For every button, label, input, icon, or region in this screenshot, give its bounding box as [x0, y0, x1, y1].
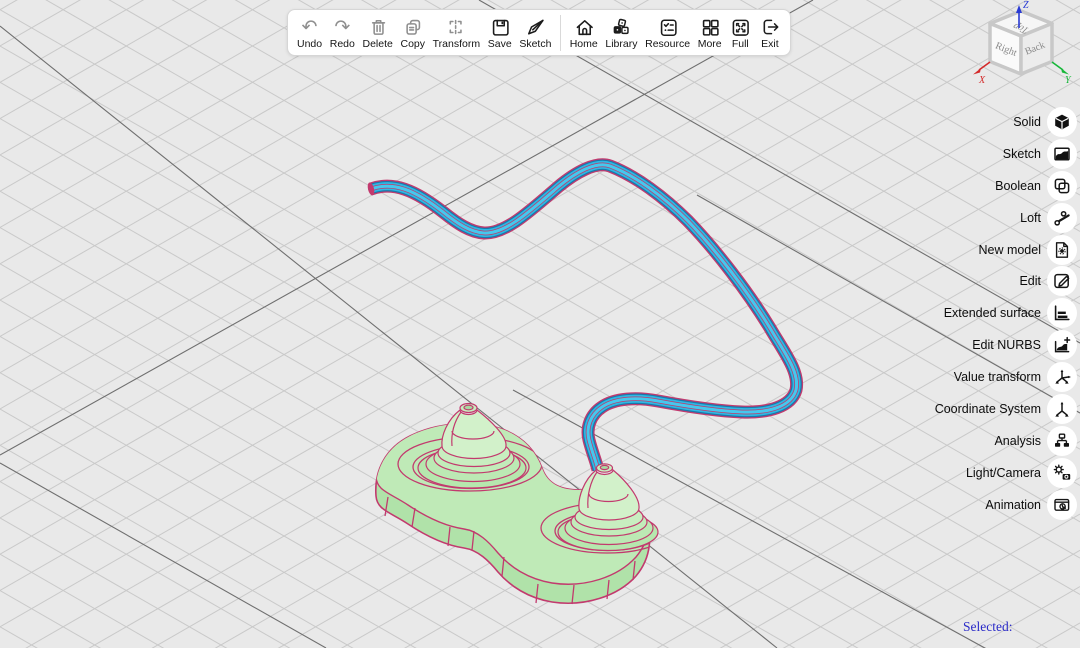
- library-button[interactable]: Library: [602, 14, 640, 52]
- more-button[interactable]: More: [695, 14, 725, 52]
- resource-label: Resource: [645, 39, 690, 50]
- boolean-label: Boolean: [995, 179, 1041, 193]
- undo-label: Undo: [297, 39, 322, 50]
- loft-icon: [1047, 203, 1077, 233]
- extended-surface-icon: [1047, 298, 1077, 328]
- solid-label: Solid: [1013, 115, 1041, 129]
- new-model-label: New model: [978, 243, 1041, 257]
- toolbar-divider: [560, 15, 561, 51]
- redo-label: Redo: [330, 39, 355, 50]
- home-label: Home: [570, 39, 598, 50]
- more-label: More: [698, 39, 722, 50]
- loft-label: Loft: [1020, 211, 1041, 225]
- status-bar: Selected:: [963, 619, 1012, 635]
- resource-icon: [657, 16, 679, 38]
- sketch-label: Sketch: [1003, 147, 1041, 161]
- edit-label: Edit: [1019, 274, 1041, 288]
- axis-z-label: Z: [1023, 0, 1029, 11]
- undo-button[interactable]: ↶ Undo: [294, 14, 325, 52]
- side-menu-item-solid[interactable]: Solid: [935, 106, 1080, 138]
- side-menu-item-edit-nurbs[interactable]: Edit NURBS: [935, 329, 1080, 361]
- coordinate-system-label: Coordinate System: [935, 402, 1041, 416]
- full-label: Full: [732, 39, 749, 50]
- save-icon: [489, 16, 511, 38]
- view-cube[interactable]: Top Right Back X Y Z: [968, 0, 1080, 100]
- top-toolbar: ↶ Undo ↷ Redo Delete: [287, 9, 791, 56]
- side-menu-item-edit[interactable]: Edit: [935, 265, 1080, 297]
- sketch-surface-icon: [1047, 139, 1077, 169]
- animation-label: Animation: [985, 498, 1041, 512]
- redo-icon: ↷: [331, 16, 353, 38]
- side-menu-item-analysis[interactable]: Analysis: [935, 425, 1080, 457]
- value-transform-label: Value transform: [954, 370, 1041, 384]
- fullscreen-icon: [729, 16, 751, 38]
- coordinate-system-icon: [1047, 394, 1077, 424]
- sketch-button[interactable]: Sketch: [516, 14, 554, 52]
- analysis-icon: [1047, 426, 1077, 456]
- save-label: Save: [488, 39, 512, 50]
- home-icon: [573, 16, 595, 38]
- trash-icon: [367, 16, 389, 38]
- exit-button[interactable]: Exit: [756, 14, 784, 52]
- status-selected-label: Selected:: [963, 619, 1012, 634]
- side-menu-item-value-transform[interactable]: Value transform: [935, 361, 1080, 393]
- resource-button[interactable]: Resource: [642, 14, 693, 52]
- exit-icon: [759, 16, 781, 38]
- undo-icon: ↶: [299, 16, 321, 38]
- side-menu-item-new-model[interactable]: New model: [935, 234, 1080, 266]
- side-menu-item-coordinate-system[interactable]: Coordinate System: [935, 393, 1080, 425]
- side-menu-item-animation[interactable]: Animation: [935, 489, 1080, 521]
- transform-icon: [445, 16, 467, 38]
- sketch-label: Sketch: [519, 39, 551, 50]
- more-grid-icon: [699, 16, 721, 38]
- boolean-icon: [1047, 171, 1077, 201]
- copy-button[interactable]: Copy: [398, 14, 429, 52]
- axis-x-label: X: [978, 75, 986, 86]
- viewport-canvas[interactable]: [0, 0, 1080, 648]
- left-joystick-dome: [442, 410, 506, 459]
- transform-button[interactable]: Transform: [430, 14, 483, 52]
- exit-label: Exit: [761, 39, 779, 50]
- analysis-label: Analysis: [994, 434, 1041, 448]
- copy-icon: [402, 16, 424, 38]
- side-menu-item-loft[interactable]: Loft: [935, 202, 1080, 234]
- animation-icon: [1047, 490, 1077, 520]
- solid-icon: [1047, 107, 1077, 137]
- side-menu-item-light-camera[interactable]: Light/Camera: [935, 457, 1080, 489]
- copy-label: Copy: [401, 39, 426, 50]
- delete-button[interactable]: Delete: [360, 14, 396, 52]
- library-icon: [610, 16, 632, 38]
- value-transform-icon: [1047, 362, 1077, 392]
- app-window: ↶ Undo ↷ Redo Delete: [0, 0, 1080, 648]
- side-menu-item-extended-surface[interactable]: Extended surface: [935, 297, 1080, 329]
- light-camera-icon: [1047, 458, 1077, 488]
- new-model-icon: [1047, 235, 1077, 265]
- right-tool-menu: Solid Sketch Boolean: [935, 106, 1080, 521]
- axis-y-label: Y: [1065, 75, 1072, 86]
- save-button[interactable]: Save: [485, 14, 515, 52]
- transform-label: Transform: [433, 39, 480, 50]
- light-camera-label: Light/Camera: [966, 466, 1041, 480]
- library-label: Library: [605, 39, 637, 50]
- edit-nurbs-icon: [1047, 330, 1077, 360]
- side-menu-item-sketch[interactable]: Sketch: [935, 138, 1080, 170]
- full-button[interactable]: Full: [726, 14, 754, 52]
- edit-nurbs-label: Edit NURBS: [972, 338, 1041, 352]
- edit-icon: [1047, 266, 1077, 296]
- home-button[interactable]: Home: [567, 14, 601, 52]
- extended-surface-label: Extended surface: [944, 306, 1041, 320]
- sketch-pencil-icon: [524, 16, 546, 38]
- redo-button[interactable]: ↷ Redo: [327, 14, 358, 52]
- delete-label: Delete: [363, 39, 393, 50]
- side-menu-item-boolean[interactable]: Boolean: [935, 170, 1080, 202]
